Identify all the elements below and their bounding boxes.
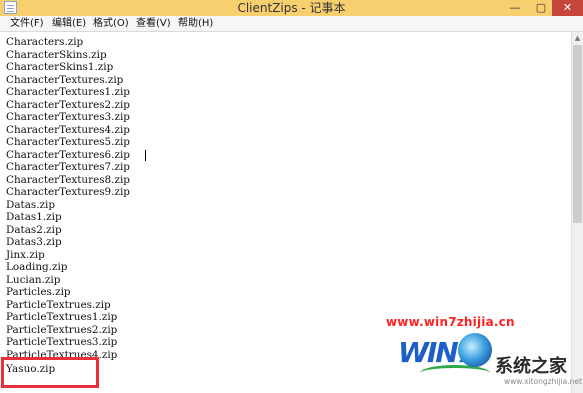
menu-bar: 文件(F) 编辑(E) 格式(O) 查看(V) 帮助(H)	[0, 16, 583, 32]
scroll-thumb[interactable]	[573, 45, 582, 223]
menu-file[interactable]: 文件(F)	[10, 16, 44, 32]
window-title: ClientZips - 记事本	[237, 1, 346, 15]
watermark-domain: www.xitongzhijia.net	[504, 377, 582, 386]
text-line: CharacterSkins1.zip	[6, 61, 114, 73]
text-line: Datas3.zip	[6, 236, 62, 248]
menu-view[interactable]: 查看(V)	[136, 16, 171, 32]
text-line: CharacterTextures5.zip	[6, 136, 130, 148]
text-line: CharacterTextures4.zip	[6, 123, 130, 136]
text-line: ParticleTextrues1.zip	[6, 311, 118, 323]
red-highlight-box	[1, 357, 99, 388]
text-line: Jinx.zip	[6, 248, 45, 261]
menu-format[interactable]: 格式(O)	[93, 16, 129, 32]
text-line: Lucian.zip	[6, 273, 61, 286]
text-line: Particles.zip	[6, 286, 71, 298]
watermark-url: www.win7zhijia.cn	[386, 315, 515, 329]
close-button[interactable]: ✕	[552, 0, 583, 16]
minimize-button[interactable]: —	[504, 0, 526, 16]
text-line: CharacterTextures.zip	[6, 73, 124, 86]
title-bar[interactable]: ClientZips - 记事本 — ▢ ✕	[0, 0, 583, 16]
text-line: Datas.zip	[6, 198, 55, 211]
text-line: CharacterTextures8.zip	[6, 173, 130, 186]
text-line: CharacterTextures7.zip	[6, 161, 130, 173]
text-line: Datas1.zip	[6, 211, 62, 223]
text-line: CharacterSkins.zip	[6, 48, 107, 61]
text-line: CharacterTextures9.zip	[6, 186, 130, 198]
text-line: CharacterTextures2.zip	[6, 98, 130, 111]
watermark-brand: 系统之家	[495, 356, 567, 377]
scroll-up-arrow-icon[interactable]: ▲	[572, 32, 583, 44]
watermark-orb-icon	[458, 333, 492, 367]
menu-help[interactable]: 帮助(H)	[178, 16, 213, 32]
text-line: ParticleTextrues2.zip	[6, 323, 118, 336]
menu-edit[interactable]: 编辑(E)	[52, 16, 86, 32]
maximize-button[interactable]: ▢	[530, 0, 552, 16]
vertical-scrollbar[interactable]: ▲	[571, 32, 583, 393]
text-line: Datas2.zip	[6, 223, 62, 236]
text-line: CharacterTextures3.zip	[6, 111, 130, 123]
text-line: ParticleTextrues.zip	[6, 298, 111, 311]
text-line: CharacterTextures1.zip	[6, 86, 130, 98]
text-line: ParticleTextrues3.zip	[6, 336, 118, 348]
text-line: Loading.zip	[6, 261, 68, 273]
text-line: Characters.zip	[6, 36, 84, 48]
text-caret	[145, 150, 146, 161]
text-line: CharacterTextures6.zip	[6, 148, 130, 161]
